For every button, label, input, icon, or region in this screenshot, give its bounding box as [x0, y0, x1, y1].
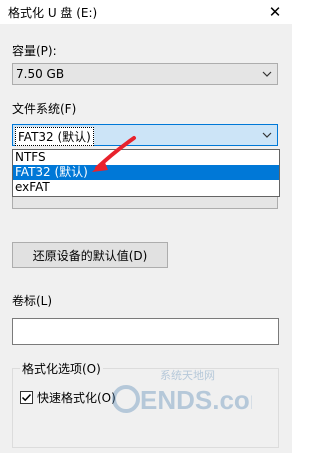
- watermark-logo-icon: ENDS.com 系统天地网: [112, 369, 252, 415]
- window-title: 格式化 U 盘 (E:): [8, 6, 98, 20]
- checkmark-icon: [21, 393, 32, 402]
- volume-label-input[interactable]: [12, 318, 279, 345]
- annotation-arrow-icon: [92, 136, 136, 172]
- watermark-text: ENDS.com: [140, 385, 252, 415]
- capacity-select[interactable]: 7.50 GB: [12, 63, 278, 85]
- filesystem-option-exfat[interactable]: exFAT: [13, 180, 279, 195]
- close-button[interactable]: ✕: [258, 0, 292, 24]
- format-options-title: 格式化选项(O): [20, 360, 103, 377]
- quick-format-checkbox[interactable]: [20, 391, 33, 404]
- capacity-label: 容量(P):: [12, 44, 57, 58]
- title-bar: 格式化 U 盘 (E:) ✕: [0, 0, 292, 24]
- chevron-down-icon: [259, 64, 275, 84]
- quick-format-option[interactable]: 快速格式化(O): [20, 389, 116, 406]
- volume-label-caption: 卷标(L): [12, 294, 53, 308]
- watermark-subtext: 系统天地网: [160, 369, 215, 382]
- quick-format-label: 快速格式化(O): [37, 391, 116, 405]
- capacity-value: 7.50 GB: [16, 67, 65, 81]
- filesystem-value: FAT32 (默认): [15, 127, 94, 146]
- restore-defaults-label: 还原设备的默认值(D): [32, 248, 148, 263]
- restore-defaults-button[interactable]: 还原设备的默认值(D): [12, 242, 168, 268]
- close-icon: ✕: [268, 2, 282, 21]
- filesystem-label: 文件系统(F): [12, 102, 77, 116]
- chevron-down-icon: [259, 125, 275, 145]
